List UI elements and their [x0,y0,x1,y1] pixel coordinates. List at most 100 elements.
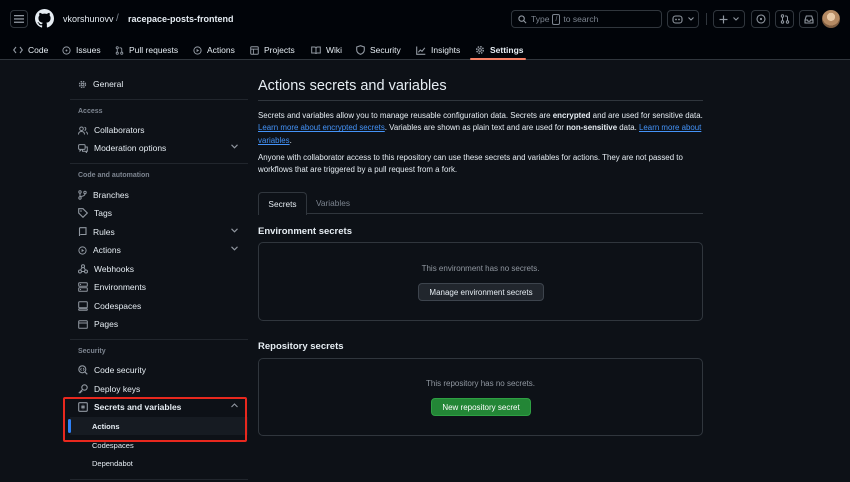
tab-pull-requests[interactable]: Pull requests [115,41,178,59]
tab-label: Issues [76,45,101,55]
tab-insights[interactable]: Insights [416,41,460,59]
intro-text: Secrets and variables allow you to manag… [258,111,553,120]
sidebar-group-access: Access [78,108,103,115]
repo-nav-tabs: Code Issues Pull requests Actions Projec… [0,38,850,60]
sidebar-divider [70,339,248,340]
tab-code[interactable]: Code [13,41,48,59]
table-icon [250,45,259,55]
repository-empty-message: This repository has no secrets. [426,379,535,388]
sidebar-item-label: Code security [94,365,146,375]
sidebar-item-webhooks[interactable]: Webhooks [70,260,248,278]
book-icon [311,46,321,54]
git-pull-request-icon [780,14,789,24]
server-icon [78,282,88,292]
menu-button[interactable] [10,10,28,28]
tab-settings[interactable]: Settings [475,41,524,59]
sidebar-item-label: Codespaces [94,301,142,311]
notifications-button[interactable] [799,10,818,28]
tab-security[interactable]: Security [356,41,401,59]
search-input[interactable]: Type / to search [511,10,662,28]
repository-secrets-heading: Repository secrets [258,341,344,352]
sidebar-item-label: Tags [94,208,112,218]
sidebar-item-general[interactable]: General [70,75,248,93]
learn-more-secrets-link[interactable]: Learn more about encrypted secrets [258,123,385,132]
webhook-icon [78,264,88,274]
tab-actions[interactable]: Actions [193,41,235,59]
sidebar-divider [70,99,248,100]
issues-button[interactable] [751,10,770,28]
intro-paragraph: Secrets and variables allow you to manag… [258,110,703,147]
chevron-down-icon [231,228,238,233]
search-suffix: to search [563,14,599,24]
issue-opened-icon [755,14,766,24]
sidebar-item-pages[interactable]: Pages [70,315,248,333]
play-icon [193,45,202,55]
tab-wiki[interactable]: Wiki [311,41,342,59]
gear-icon [475,45,485,55]
tab-issues[interactable]: Issues [62,41,101,59]
sidebar-subitem-dependabot[interactable]: Dependabot [70,454,248,472]
sidebar-item-actions[interactable]: Actions [70,241,248,259]
secrets-variables-tabs: Secrets Variables [258,192,703,215]
browser-icon [78,319,88,329]
environment-secrets-box: This environment has no secrets. Manage … [258,242,703,321]
intro-text: and are used for sensitive data. [590,111,703,120]
play-icon [78,245,87,255]
sidebar-item-label: Rules [93,227,115,237]
create-new-button[interactable] [713,10,745,28]
intro-text: . [289,135,292,145]
git-branch-icon [78,190,87,200]
sidebar-divider [70,163,248,164]
sidebar-item-label: Deploy keys [94,384,141,394]
sidebar-item-rules[interactable]: Rules [70,223,248,241]
sidebar-item-moderation[interactable]: Moderation options [70,139,248,157]
sidebar-item-code-security[interactable]: Code security [70,361,248,379]
copilot-icon [672,15,683,24]
search-icon [518,14,527,23]
environment-empty-message: This environment has no secrets. [421,264,540,273]
intro-text: . Variables are shown as plain text and … [384,123,567,133]
breadcrumb-owner[interactable]: vkorshunovv [63,14,114,24]
inbox-icon [803,14,814,24]
comment-discussion-icon [78,143,88,153]
tag-icon [78,208,88,218]
tab-variables[interactable]: Variables [316,192,350,214]
sidebar-subitem-label: Dependabot [92,458,133,468]
annotation-highlight-box [63,397,247,442]
tab-label: Code [28,45,49,55]
manage-environment-secrets-button[interactable]: Manage environment secrets [418,283,544,301]
pull-requests-button[interactable] [775,10,794,28]
tab-label: Security [370,45,401,55]
people-icon [78,126,88,135]
key-icon [78,384,88,394]
sidebar-item-label: Pages [94,319,119,329]
avatar[interactable] [822,10,840,28]
repo-push-icon [78,227,87,236]
issue-icon [62,45,71,55]
sidebar-item-deploy-keys[interactable]: Deploy keys [70,380,248,398]
title-divider [258,100,703,101]
chevron-down-icon [231,246,238,251]
sidebar-item-environments[interactable]: Environments [70,278,248,296]
tab-label: Pull requests [129,45,179,55]
sidebar-item-label: Branches [93,190,129,200]
tab-label: Wiki [326,45,343,55]
tab-secrets[interactable]: Secrets [258,192,307,215]
sidebar-item-label: Environments [94,282,146,292]
sidebar-item-branches[interactable]: Branches [70,186,248,204]
sidebar-item-label: Actions [93,245,121,255]
search-prefix: Type [531,14,550,24]
sidebar-group-code: Code and automation [78,172,150,179]
header-top-row: vkorshunovv / racepace-posts-frontend Ty… [0,0,850,38]
sidebar-item-codespaces[interactable]: Codespaces [70,297,248,315]
sidebar-item-collaborators[interactable]: Collaborators [70,121,248,139]
sidebar-item-tags[interactable]: Tags [70,204,248,222]
tab-projects[interactable]: Projects [250,41,295,59]
intro-emphasis-non-sensitive: non-sensitive [566,123,618,133]
active-tab-indicator [470,58,526,60]
search-shortcut-key: / [552,13,561,25]
copilot-button[interactable] [667,10,699,28]
breadcrumb-repo[interactable]: racepace-posts-frontend [128,14,234,24]
new-repository-secret-button[interactable]: New repository secret [431,398,531,416]
github-logo-icon[interactable] [35,9,54,28]
